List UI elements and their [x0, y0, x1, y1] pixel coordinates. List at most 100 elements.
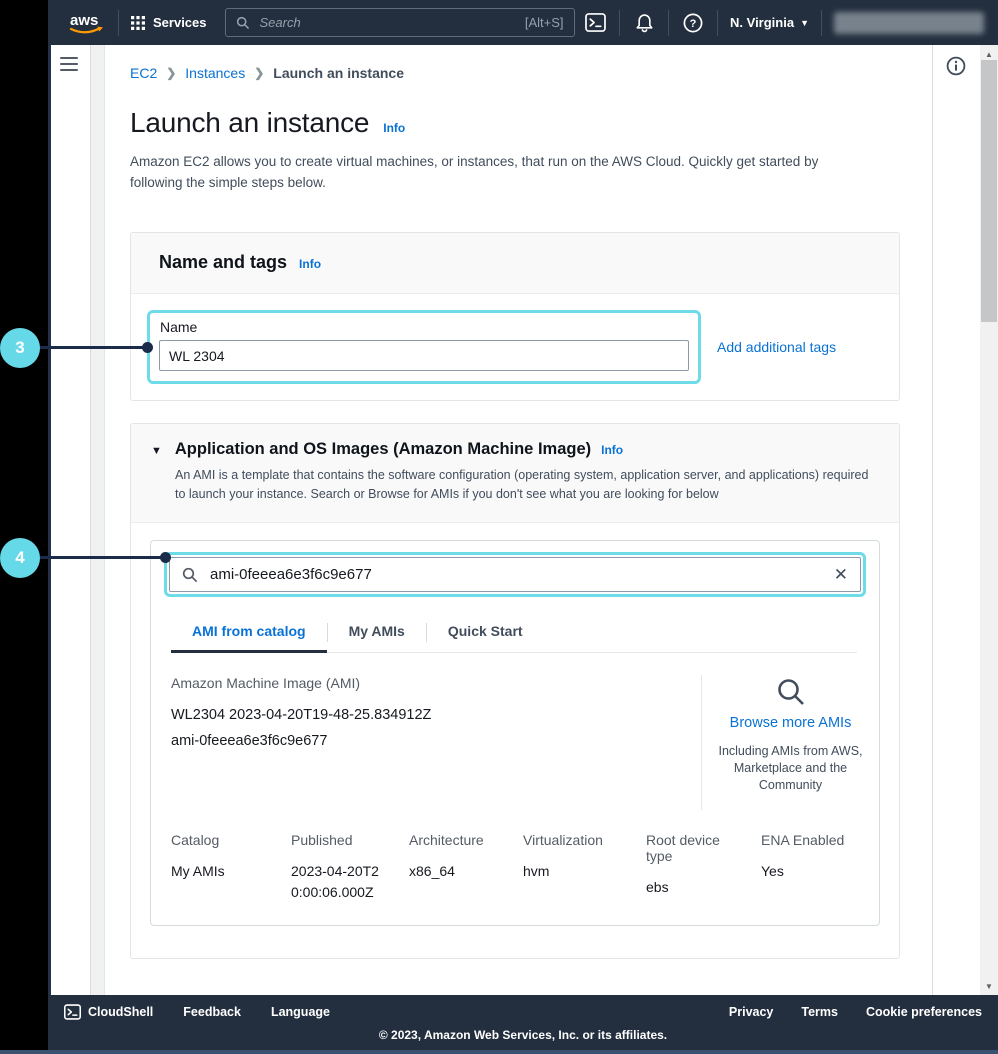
question-circle-icon: ?: [683, 13, 703, 32]
ami-search-box[interactable]: ✕: [169, 557, 861, 592]
attr-architecture: Architecture x86_64: [409, 832, 484, 879]
ami-id: ami-0feeea6e3f6c9e677: [171, 733, 328, 749]
aws-logo[interactable]: aws: [66, 10, 106, 36]
ami-name: WL2304 2023-04-20T19-48-25.834912Z: [171, 707, 432, 723]
annotation-line: [40, 556, 163, 559]
chevron-right-icon: ❯: [254, 66, 265, 80]
footer-terms[interactable]: Terms: [801, 1005, 838, 1019]
notifications-button[interactable]: [632, 11, 656, 35]
console-footer: CloudShell Feedback Language Privacy Ter…: [48, 995, 998, 1050]
cloudshell-icon: [64, 1004, 81, 1020]
ami-section-card: ▼ Application and OS Images (Amazon Mach…: [130, 423, 900, 959]
annotation-circle-3: 3: [0, 328, 40, 368]
account-menu-redacted[interactable]: [834, 11, 984, 34]
footer-cookie-preferences[interactable]: Cookie preferences: [866, 1005, 982, 1019]
ami-section-title: Application and OS Images (Amazon Machin…: [174, 440, 592, 458]
menu-icon[interactable]: [60, 57, 78, 71]
footer-feedback[interactable]: Feedback: [183, 1005, 241, 1019]
services-label: Services: [153, 15, 207, 30]
page-info-link[interactable]: Info: [383, 121, 405, 135]
name-input[interactable]: [159, 340, 689, 371]
browse-more-amis-link[interactable]: Browse more AMIs: [712, 715, 869, 731]
scrollbar-thumb[interactable]: [981, 60, 997, 322]
ami-section-description: An AMI is a template that contains the s…: [175, 468, 869, 501]
scroll-down-icon[interactable]: ▼: [980, 979, 998, 993]
ami-search-input[interactable]: [208, 565, 824, 584]
right-rail: [933, 45, 980, 995]
bell-icon: [635, 13, 653, 32]
footer-language[interactable]: Language: [271, 1005, 330, 1019]
attr-virtualization: Virtualization hvm: [523, 832, 603, 879]
search-icon: [236, 16, 249, 29]
annotation-circle-4: 4: [0, 538, 40, 578]
top-navigation-bar: aws Services [Alt+S]: [48, 0, 998, 45]
region-selector[interactable]: N. Virginia ▼: [730, 15, 809, 30]
name-and-tags-title: Name and tags: [159, 252, 288, 272]
tab-ami-from-catalog[interactable]: AMI from catalog: [171, 621, 327, 653]
topbar-divider: [821, 9, 822, 36]
annotation-dot: [160, 552, 171, 563]
footer-privacy[interactable]: Privacy: [729, 1005, 773, 1019]
collapsed-sidebar: [48, 45, 91, 995]
tab-quick-start[interactable]: Quick Start: [427, 621, 544, 652]
ami-label: Amazon Machine Image (AMI): [171, 675, 361, 691]
attr-published: Published 2023-04-20T20:00:06.000Z: [291, 832, 379, 900]
ami-section-header: ▼ Application and OS Images (Amazon Mach…: [131, 424, 899, 523]
global-search-input[interactable]: [257, 14, 517, 31]
vertical-scrollbar[interactable]: ▲ ▼: [980, 45, 998, 995]
services-grid-icon: [131, 15, 145, 30]
collapse-triangle-icon[interactable]: ▼: [151, 445, 162, 457]
ami-search-highlight: ✕: [164, 552, 866, 597]
name-field-highlight: Name: [147, 310, 701, 384]
page-description: Amazon EC2 allows you to create virtual …: [130, 154, 819, 190]
ami-attributes: Catalog My AMIs Published 2023-04-20T20:…: [151, 818, 879, 925]
page-title: Launch an instance: [130, 107, 370, 138]
breadcrumb-current: Launch an instance: [273, 65, 404, 81]
search-icon: [182, 567, 198, 582]
ami-section-info-link[interactable]: Info: [601, 443, 623, 457]
name-and-tags-info-link[interactable]: Info: [299, 257, 321, 271]
breadcrumb-instances[interactable]: Instances: [185, 65, 245, 81]
cloudshell-button[interactable]: [583, 11, 607, 35]
main-area: EC2 ❯ Instances ❯ Launch an instance Lau…: [48, 45, 998, 995]
scroll-up-icon[interactable]: ▲: [980, 47, 998, 61]
ami-summary: Amazon Machine Image (AMI) WL2304 2023-0…: [171, 675, 701, 810]
help-button[interactable]: ?: [681, 11, 705, 35]
ami-tabs: AMI from catalog My AMIs Quick Start: [171, 621, 857, 653]
svg-text:?: ?: [690, 18, 697, 30]
clear-search-icon[interactable]: ✕: [834, 566, 848, 583]
topbar-divider: [717, 9, 719, 36]
cloudshell-icon: [584, 13, 606, 32]
services-menu[interactable]: Services: [131, 15, 207, 30]
topbar-divider: [619, 9, 621, 36]
search-shortcut-hint: [Alt+S]: [524, 15, 564, 30]
chevron-right-icon: ❯: [166, 66, 177, 80]
browse-search-icon: [777, 679, 804, 705]
attr-root-device-type: Root device type ebs: [646, 832, 720, 895]
topbar-divider: [118, 9, 119, 36]
sidebar-gutter: [91, 45, 105, 995]
browse-amis-panel: Browse more AMIs Including AMIs from AWS…: [701, 675, 879, 810]
tab-my-amis[interactable]: My AMIs: [328, 621, 426, 652]
aws-logo-icon: aws: [69, 12, 103, 33]
breadcrumb-ec2[interactable]: EC2: [130, 65, 157, 81]
chevron-down-icon: ▼: [800, 17, 809, 28]
annotation-strip: [0, 0, 48, 1054]
info-icon: [946, 56, 966, 76]
ami-picker-panel: ✕ AMI from catalog My AMIs Quick Start: [150, 540, 880, 926]
page-content: EC2 ❯ Instances ❯ Launch an instance Lau…: [130, 45, 902, 989]
breadcrumb: EC2 ❯ Instances ❯ Launch an instance: [130, 65, 902, 81]
page-left-edge: [48, 45, 51, 995]
annotation-line: [40, 346, 145, 349]
info-panel-toggle[interactable]: [946, 56, 980, 76]
attr-ena-enabled: ENA Enabled Yes: [761, 832, 845, 879]
window-bottom-edge: [0, 1050, 998, 1054]
name-field-label: Name: [160, 319, 198, 335]
region-label: N. Virginia: [730, 15, 795, 30]
topbar-divider: [668, 9, 670, 36]
add-additional-tags-link[interactable]: Add additional tags: [717, 339, 836, 355]
footer-cloudshell[interactable]: CloudShell: [64, 1004, 153, 1020]
global-search-box[interactable]: [Alt+S]: [224, 8, 575, 37]
footer-copyright: © 2023, Amazon Web Services, Inc. or its…: [378, 1028, 668, 1042]
name-and-tags-card: Name and tags Info Name Add additional t…: [130, 232, 900, 401]
